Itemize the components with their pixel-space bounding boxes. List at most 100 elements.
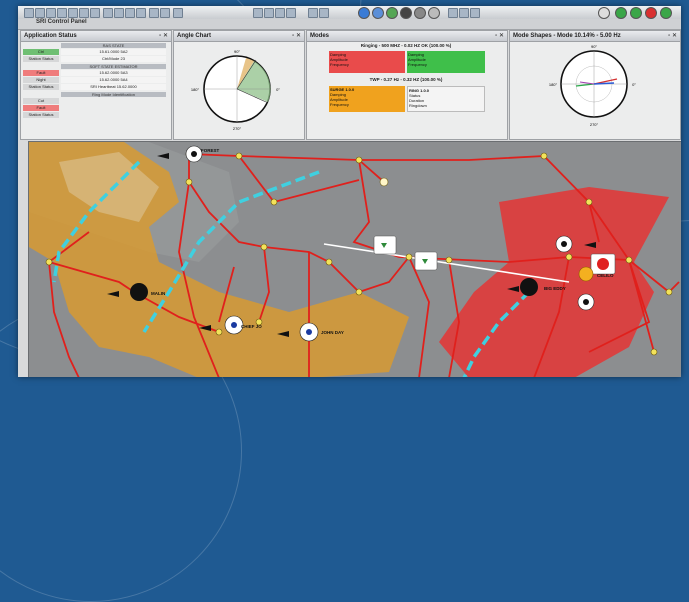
green-status-light-icon	[630, 7, 642, 19]
pmu-marker	[520, 278, 538, 296]
substation-node	[625, 256, 633, 264]
substation-node	[355, 288, 363, 296]
panel-header: Application Status ▫ ✕	[21, 31, 171, 42]
search-icon[interactable]	[149, 8, 159, 18]
history-icon[interactable]	[319, 8, 329, 18]
panel-header: Mode Shapes - Mode 10.14% - 5.00 Hz ▫ ✕	[510, 31, 680, 42]
top-angle-label: 90°	[591, 44, 597, 49]
close-icon[interactable]: ▫ ✕	[668, 31, 677, 41]
bottom-angle-label: 270°	[590, 122, 599, 127]
transmission-map[interactable]: FOREST MALIN CHIEF JO JOHN DAY BIG EDDY …	[29, 142, 681, 377]
pause-icon[interactable]	[414, 7, 426, 19]
modes-panel: Modes ▫ ✕ Ringing - 500 MHZ - 0.02 HZ OK…	[306, 30, 508, 140]
panel-header: Modes ▫ ✕	[307, 31, 507, 42]
angle-chart-panel: Angle Chart ▫ ✕ 90° 180° 0° 270°	[173, 30, 305, 140]
status-value: Ctrl/Mode 23	[61, 56, 166, 62]
mode-shape-polar-chart: 90° 180° 0° 270°	[549, 44, 636, 127]
substation-node	[565, 253, 573, 261]
chart-icon[interactable]	[264, 8, 274, 18]
play-icon[interactable]	[428, 7, 440, 19]
toolbar	[18, 6, 681, 20]
refresh-icon[interactable]	[46, 8, 56, 18]
green-status-light-icon	[660, 7, 672, 19]
status-cell: Cut	[23, 98, 59, 104]
substation-node	[260, 243, 268, 251]
panel-title: Modes	[310, 33, 330, 39]
status-cell: Station Status	[23, 84, 59, 90]
panel-title: Application Status	[24, 33, 77, 39]
substation-node	[270, 198, 278, 206]
primary-mode-header: Ringing - 500 MHZ - 0.02 HZ OK (100.00 %…	[360, 43, 452, 48]
pan-icon[interactable]	[125, 8, 135, 18]
green-status-light-icon	[615, 7, 627, 19]
status-cell: Ctrl	[23, 49, 59, 55]
mode-cell-orange: SURGE 1.0.0 Damping Amplitude Frequency	[329, 86, 405, 112]
right-angle-label: 0°	[276, 87, 280, 92]
map-label: MALIN	[151, 291, 165, 296]
substation-node	[445, 256, 453, 264]
window-title: SRI Control Panel	[36, 19, 87, 25]
substation-node	[405, 253, 413, 261]
mode-shapes-panel: Mode Shapes - Mode 10.14% - 5.00 Hz ▫ ✕ …	[509, 30, 681, 140]
left-angle-label: 180°	[549, 82, 558, 87]
network-icon[interactable]	[372, 7, 384, 19]
zoom-in-icon[interactable]	[103, 8, 113, 18]
home-icon[interactable]	[57, 8, 67, 18]
mode-cell-red: Damping Amplitude Frequency	[329, 51, 405, 73]
table-icon[interactable]	[275, 8, 285, 18]
layer-icon[interactable]	[136, 8, 146, 18]
status-value: SRI Heartbeat 15.62.0000	[61, 84, 166, 90]
substation-node	[235, 152, 243, 160]
substation-node	[355, 156, 363, 164]
grid-icon[interactable]	[253, 8, 263, 18]
substation-node	[215, 328, 223, 336]
group-header: RAS STATE	[61, 43, 166, 48]
bell-icon[interactable]	[459, 8, 469, 18]
ok-status-icon[interactable]	[386, 7, 398, 19]
window-title-bar: SRI Control Panel	[18, 19, 681, 30]
substation-node	[185, 178, 193, 186]
globe-icon[interactable]	[358, 7, 370, 19]
angle-polar-chart: 90° 180° 0° 270°	[191, 49, 280, 131]
substation-node	[540, 152, 548, 160]
group-header: Ring Mode Identification	[61, 92, 166, 97]
info-icon[interactable]	[173, 8, 183, 18]
substation-node	[585, 198, 593, 206]
status-cell: Night	[23, 77, 59, 83]
sri-control-panel-window: SRI Control Panel Application Status ▫ ✕…	[18, 6, 681, 377]
calendar-icon[interactable]	[470, 8, 480, 18]
status-value: 15.61.0000 5A2	[61, 49, 166, 55]
map-label: CELILO	[597, 273, 614, 278]
top-angle-label: 90°	[234, 49, 240, 54]
red-status-light-icon	[645, 7, 657, 19]
substation-node	[650, 348, 658, 356]
left-angle-label: 180°	[191, 87, 200, 92]
close-icon[interactable]: ▫ ✕	[159, 31, 168, 41]
alarm-icon[interactable]	[448, 8, 458, 18]
warning-flag-icon	[578, 266, 594, 282]
record-icon[interactable]	[400, 7, 412, 19]
map-label: CHIEF JO	[241, 324, 262, 329]
grid-map-view[interactable]: FOREST MALIN CHIEF JO JOHN DAY BIG EDDY …	[28, 141, 681, 377]
map-label: FOREST	[201, 148, 220, 153]
settings-icon[interactable]	[90, 8, 100, 18]
print-icon[interactable]	[79, 8, 89, 18]
application-status-panel: Application Status ▫ ✕ RAS STATE Ctrl 15…	[20, 30, 172, 140]
panel-title: Angle Chart	[177, 33, 212, 39]
save-icon[interactable]	[68, 8, 78, 18]
close-icon[interactable]: ▫ ✕	[292, 31, 301, 41]
status-cell: Station Status	[23, 56, 59, 62]
clock-icon[interactable]	[308, 8, 318, 18]
zoom-out-icon[interactable]	[114, 8, 124, 18]
forward-icon[interactable]	[35, 8, 45, 18]
filter-icon[interactable]	[160, 8, 170, 18]
back-icon[interactable]	[24, 8, 34, 18]
group-header: SOFT STATE ESTIMATOR	[61, 64, 166, 69]
map-label: JOHN DAY	[321, 330, 344, 335]
close-icon[interactable]: ▫ ✕	[495, 31, 504, 41]
map-icon[interactable]	[286, 8, 296, 18]
help-icon[interactable]	[598, 7, 610, 19]
panel-title: Mode Shapes - Mode 10.14% - 5.00 Hz	[513, 33, 621, 39]
status-value: 15.62.0000 5A4	[61, 77, 166, 83]
mode-cell-status: RING 1.0.0 Status Duration Ringdown	[407, 86, 485, 112]
